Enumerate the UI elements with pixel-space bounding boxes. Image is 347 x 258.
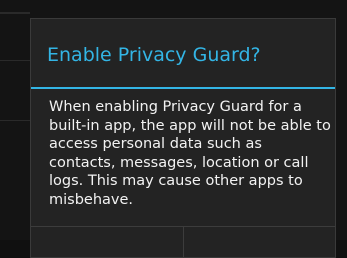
dialog-title: Enable Privacy Guard? xyxy=(47,44,261,66)
background-divider xyxy=(0,12,30,14)
dialog-message: When enabling Privacy Guard for a built-… xyxy=(49,99,331,208)
button-separator xyxy=(183,227,184,257)
title-divider xyxy=(31,87,335,89)
background-divider xyxy=(0,60,30,61)
background-divider xyxy=(0,120,30,121)
privacy-guard-dialog: Enable Privacy Guard? When enabling Priv… xyxy=(30,18,336,258)
